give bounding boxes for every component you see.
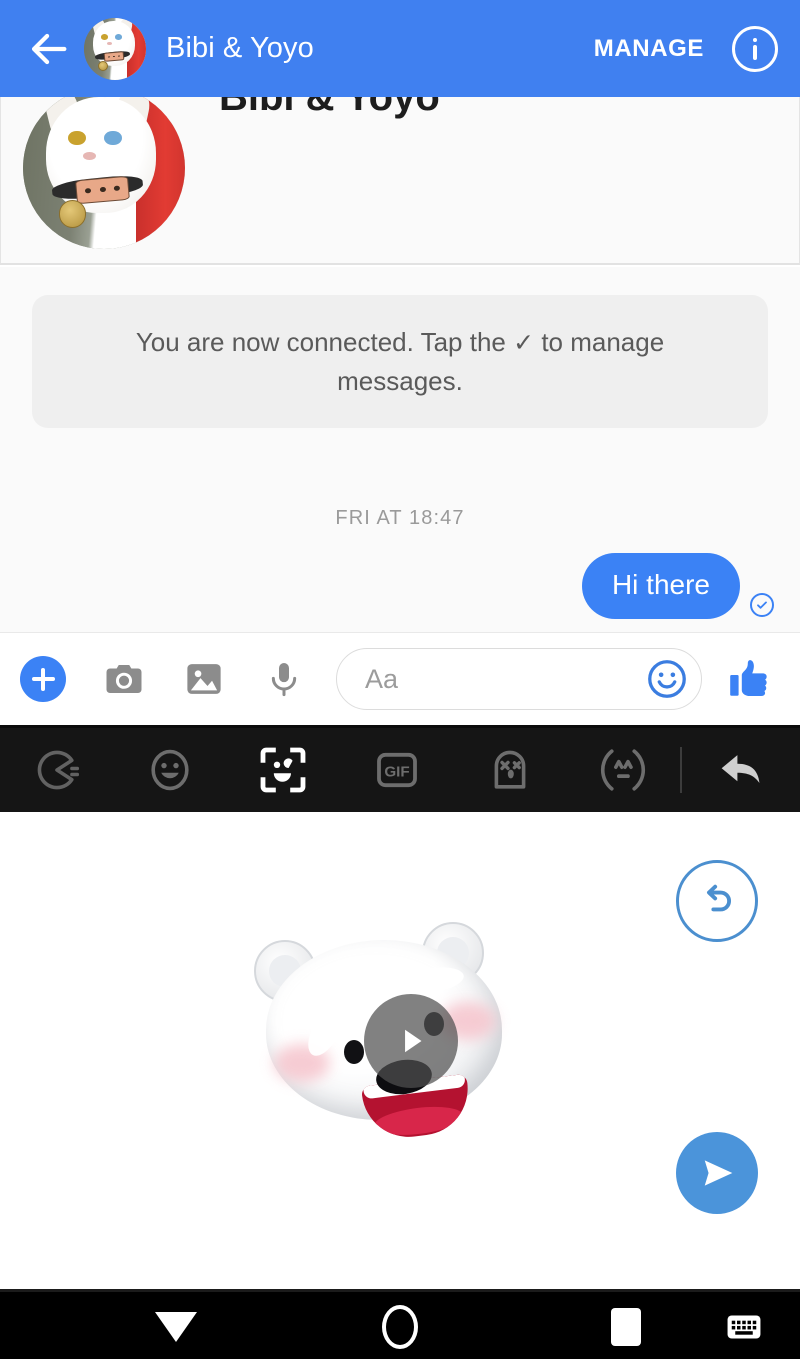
send-icon[interactable] (676, 1132, 758, 1214)
polar-bear-avatar-sticker[interactable] (248, 922, 518, 1143)
conversation-header: Bibi & Yoyo MANAGE (0, 0, 800, 97)
camera-icon[interactable] (102, 657, 146, 701)
microphone-icon[interactable] (262, 657, 306, 701)
message-thread: You are now connected. Tap the ✓ to mana… (0, 267, 800, 632)
play-icon[interactable] (364, 994, 458, 1088)
face-scan-icon[interactable] (227, 727, 340, 814)
smiley-face-icon[interactable] (645, 657, 689, 701)
effects-toolbar: GIF (0, 725, 800, 812)
thread-avatar-large[interactable] (23, 97, 185, 249)
check-icon: ✓ (513, 329, 535, 357)
image-icon[interactable] (182, 657, 226, 701)
arrow-left-icon[interactable] (22, 22, 76, 76)
message-bubble[interactable]: Hi there (581, 553, 740, 619)
svg-text:GIF: GIF (384, 764, 409, 781)
page-title[interactable]: Bibi & Yoyo (166, 32, 314, 65)
pacman-effect-icon[interactable] (0, 727, 113, 814)
thread-title-scrolled: Bibi & Yoyo (219, 97, 440, 119)
nav-home-circle-icon[interactable] (362, 1292, 438, 1359)
nav-keyboard-icon[interactable] (706, 1292, 782, 1359)
message-row-outgoing: Hi there (581, 553, 774, 619)
thread-header-scrolled: Bibi & Yoyo (0, 97, 800, 265)
conversation-avatar[interactable] (84, 17, 146, 80)
cat-photo-small (84, 17, 146, 80)
messenger-screen: Bibi & Yoyo You are now connected. Tap t… (0, 0, 800, 1359)
undo-icon[interactable] (676, 860, 758, 942)
message-input-container[interactable]: Aa (336, 648, 702, 710)
reply-arrow-icon[interactable] (682, 727, 800, 814)
nav-recents-square-icon[interactable] (588, 1292, 664, 1359)
system-banner: You are now connected. Tap the ✓ to mana… (32, 295, 768, 428)
thumbs-up-icon[interactable] (724, 654, 774, 704)
composer-bar: Aa (0, 632, 800, 725)
info-circle-icon[interactable] (732, 25, 778, 72)
smiley-outline-icon[interactable] (113, 727, 226, 814)
system-banner-text-before: You are now connected. Tap the (135, 327, 506, 357)
cat-photo (23, 97, 185, 249)
kaomoji-icon[interactable] (567, 727, 680, 814)
ghost-face-icon[interactable] (453, 727, 566, 814)
android-navigation-bar (0, 1289, 800, 1359)
search-input-placeholder: Aa (365, 663, 399, 694)
message-daystamp: FRI AT 18:47 (335, 507, 465, 529)
manage-button[interactable]: MANAGE (594, 35, 704, 63)
nav-back-triangle-icon[interactable] (138, 1292, 214, 1359)
plus-icon[interactable] (20, 656, 66, 702)
gif-icon[interactable]: GIF (340, 727, 453, 814)
delivered-check-icon (750, 593, 774, 617)
sticker-preview-panel (0, 812, 800, 1289)
